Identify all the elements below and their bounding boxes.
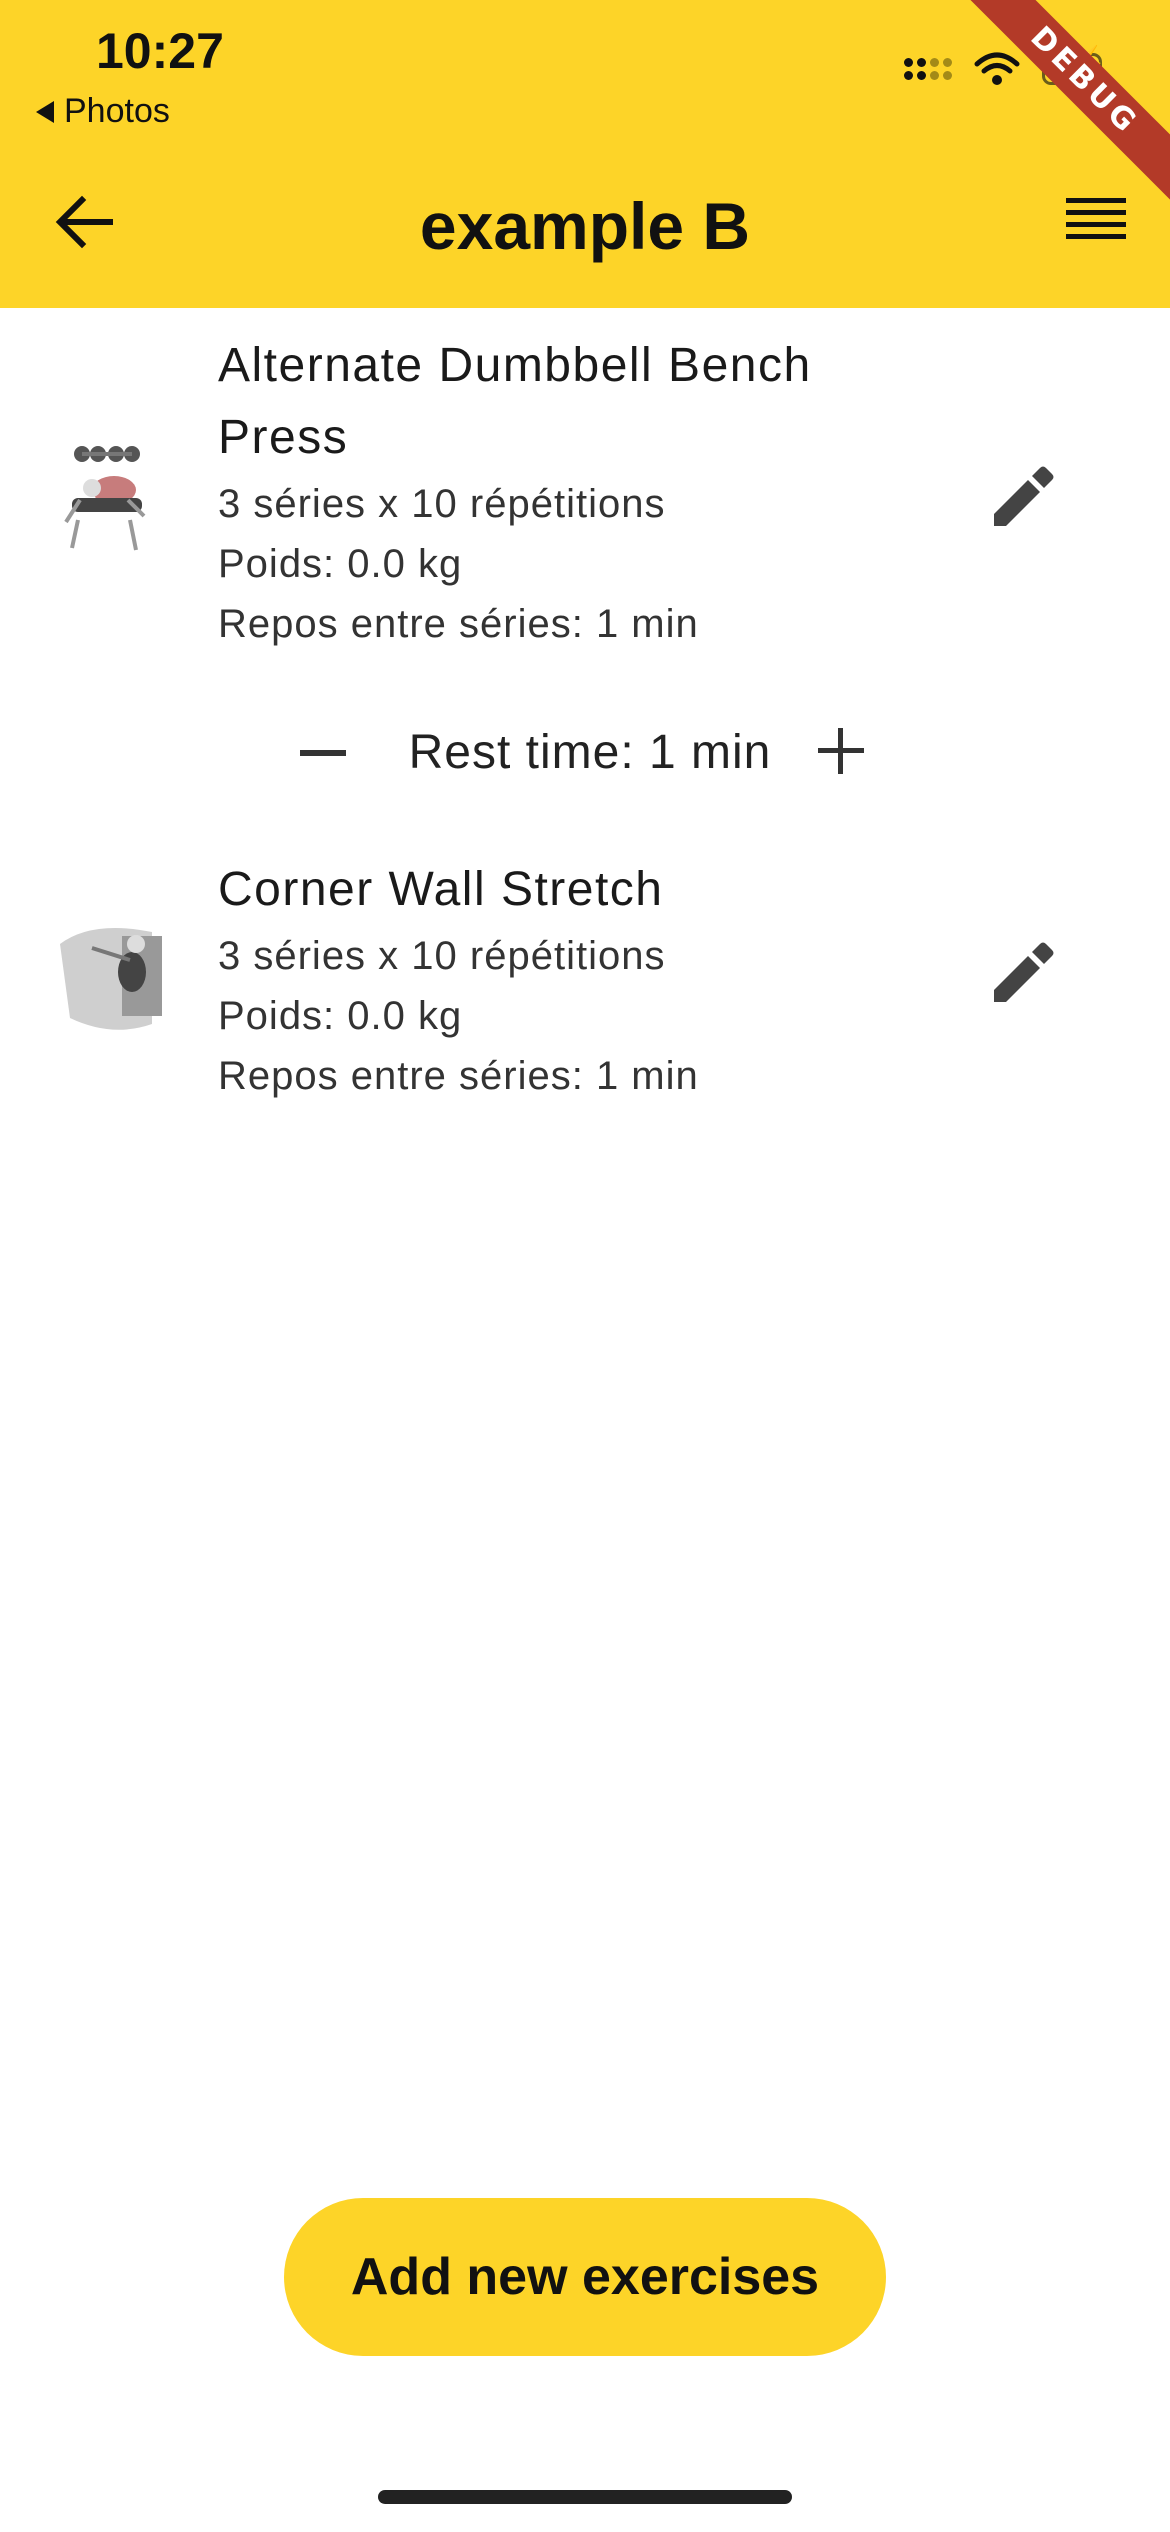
edit-pencil-icon[interactable]: [990, 464, 1056, 530]
list-icon[interactable]: [1066, 198, 1126, 248]
cellular-signal-icon: [904, 58, 952, 80]
exercise-name: Corner Wall Stretch: [218, 863, 664, 916]
exercise-name-continued: Press: [218, 411, 349, 464]
minus-icon[interactable]: [300, 750, 346, 756]
rest-time-label: Rest time: 1 min: [408, 726, 772, 779]
home-indicator[interactable]: [378, 2490, 792, 2504]
exercise-sets: 3 séries x 10 répétitions: [218, 934, 666, 978]
exercise-thumbnail-image: [52, 438, 168, 558]
exercise-rest: Repos entre séries: 1 min: [218, 602, 699, 646]
exercise-sets: 3 séries x 10 répétitions: [218, 482, 666, 526]
wifi-icon: [974, 52, 1020, 85]
plus-icon[interactable]: [818, 728, 864, 774]
exercise-weight: Poids: 0.0 kg: [218, 994, 463, 1038]
exercise-item[interactable]: Alternate Dumbbell Bench Press 3 séries …: [0, 330, 1170, 670]
rest-time-control: Rest time: 1 min: [0, 718, 1170, 788]
back-to-photos-label: Photos: [64, 92, 170, 130]
status-time: 10:27: [96, 23, 224, 79]
back-triangle-icon: [36, 100, 54, 123]
edit-pencil-icon[interactable]: [990, 940, 1056, 1006]
exercise-item[interactable]: Corner Wall Stretch 3 séries x 10 répéti…: [0, 854, 1170, 1124]
app-header: 10:27 Photos ⚡ DEBUG example B: [0, 0, 1170, 308]
exercise-weight: Poids: 0.0 kg: [218, 542, 463, 586]
exercise-name: Alternate Dumbbell Bench: [218, 339, 812, 392]
back-to-photos-link[interactable]: Photos: [36, 92, 170, 131]
exercise-thumbnail-image: [54, 918, 166, 1030]
debug-banner: DEBUG: [961, 0, 1170, 204]
page-title: example B: [419, 189, 751, 263]
exercise-rest: Repos entre séries: 1 min: [218, 1054, 699, 1098]
add-new-exercises-button[interactable]: Add new exercises: [284, 2198, 886, 2356]
